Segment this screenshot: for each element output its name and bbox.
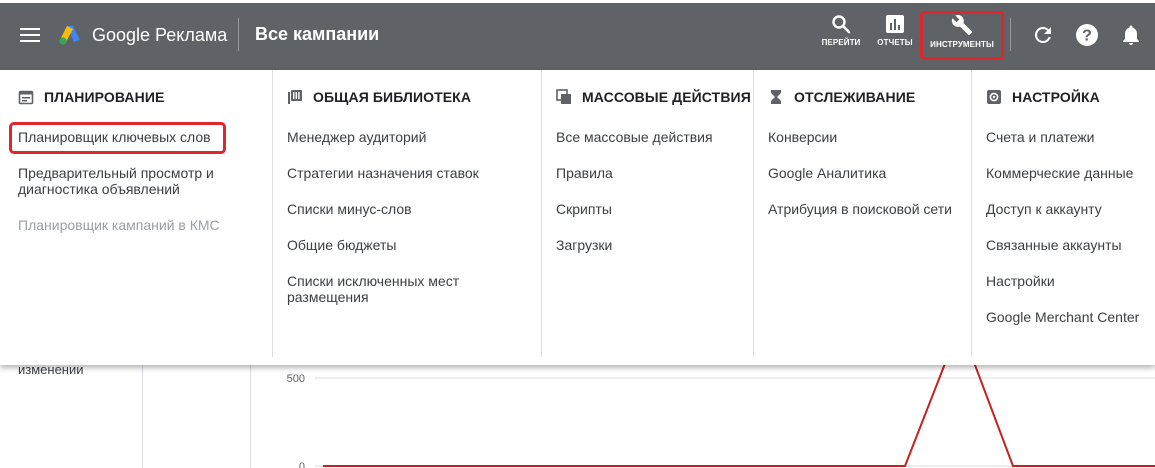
column-shared-library: ОБЩАЯ БИБЛИОТЕКА Менеджер аудиторий Стра… xyxy=(287,70,537,357)
hourglass-icon xyxy=(771,90,781,104)
app-root: изменении 500 0 Google Реклама Все кампан… xyxy=(0,0,1155,468)
reports-label: ОТЧЕТЫ xyxy=(877,38,913,47)
menu-item-negative-keyword-lists[interactable]: Списки минус-слов xyxy=(287,201,412,217)
tools-dropdown-menu: ПЛАНИРОВАНИЕ Планировщик ключевых слов П… xyxy=(0,70,1155,365)
menu-item-scripts[interactable]: Скрипты xyxy=(556,201,612,217)
column-heading: НАСТРОЙКА xyxy=(986,88,1100,106)
column-measurement: ОТСЛЕЖИВАНИЕ Конверсии Google Аналитика … xyxy=(768,70,968,357)
menu-item-account-access[interactable]: Доступ к аккаунту xyxy=(986,201,1102,217)
menu-item-merchant-center[interactable]: Google Merchant Center xyxy=(986,309,1139,325)
chart-y-tick-label: 500 xyxy=(287,373,305,385)
tools-highlight-box xyxy=(920,11,1004,60)
bell-icon[interactable] xyxy=(1119,23,1143,47)
reports-button[interactable]: ОТЧЕТЫ xyxy=(874,14,916,58)
calendar-icon xyxy=(18,90,34,105)
search-icon xyxy=(832,15,851,34)
menu-item-google-analytics[interactable]: Google Аналитика xyxy=(768,165,886,181)
column-divider xyxy=(971,70,972,357)
menu-item-ad-preview[interactable]: Предварительный просмотр и диагностика о… xyxy=(18,165,248,197)
column-divider xyxy=(753,70,754,357)
bulk-actions-icon xyxy=(556,89,571,104)
menu-item-search-attribution[interactable]: Атрибуция в поисковой сети xyxy=(768,201,952,217)
keyword-planner-highlight-box xyxy=(9,122,226,154)
menu-item-business-data[interactable]: Коммерческие данные xyxy=(986,165,1133,181)
column-heading: ОТСЛЕЖИВАНИЕ xyxy=(768,88,915,106)
column-divider xyxy=(272,70,273,357)
menu-item-bid-strategies[interactable]: Стратегии назначения ставок xyxy=(287,165,479,181)
menu-item-audience-manager[interactable]: Менеджер аудиторий xyxy=(287,129,426,145)
goto-button[interactable]: ПЕРЕЙТИ xyxy=(820,14,862,58)
svg-text:?: ? xyxy=(1082,28,1092,45)
column-bulk-actions: МАССОВЫЕ ДЕЙСТВИЯ Все массовые действия … xyxy=(556,70,751,357)
menu-item-linked-accounts[interactable]: Связанные аккаунты xyxy=(986,237,1122,253)
reports-icon xyxy=(886,15,904,33)
menu-item-rules[interactable]: Правила xyxy=(556,165,613,181)
menu-item-billing[interactable]: Счета и платежи xyxy=(986,129,1095,145)
menu-item-all-bulk-actions[interactable]: Все массовые действия xyxy=(556,129,713,145)
column-setup: НАСТРОЙКА Счета и платежи Коммерческие д… xyxy=(986,70,1155,357)
menu-item-conversions[interactable]: Конверсии xyxy=(768,129,837,145)
top-app-bar: Google Реклама Все кампании ПЕРЕЙТИ ОТЧЕ… xyxy=(0,0,1155,70)
brand-name: Google Реклама xyxy=(92,25,228,45)
google-ads-logo-icon xyxy=(59,26,80,45)
menu-item-uploads[interactable]: Загрузки xyxy=(556,237,612,253)
settings-icon xyxy=(987,90,1001,104)
goto-label: ПЕРЕЙТИ xyxy=(821,38,861,47)
column-planning: ПЛАНИРОВАНИЕ Планировщик ключевых слов П… xyxy=(18,70,268,357)
menu-item-shared-budgets[interactable]: Общие бюджеты xyxy=(287,237,396,253)
column-heading: МАССОВЫЕ ДЕЙСТВИЯ xyxy=(556,88,751,106)
menu-item-placement-exclusion-lists[interactable]: Списки исключенных мест размещения xyxy=(287,273,487,305)
column-heading: ОБЩАЯ БИБЛИОТЕКА xyxy=(287,88,471,106)
chart-y-tick-label: 0 xyxy=(299,461,305,468)
help-icon[interactable]: ? xyxy=(1075,23,1099,47)
menu-item-preferences[interactable]: Настройки xyxy=(986,273,1055,289)
library-icon xyxy=(288,90,302,104)
toolbar-divider xyxy=(1010,18,1011,51)
brand-divider xyxy=(238,18,239,51)
column-divider xyxy=(541,70,542,357)
column-heading: ПЛАНИРОВАНИЕ xyxy=(18,88,164,106)
page-title: Все кампании xyxy=(255,24,380,44)
refresh-icon[interactable] xyxy=(1031,23,1055,47)
menu-item-display-planner: Планировщик кампаний в КМС xyxy=(18,217,220,233)
menu-icon[interactable] xyxy=(20,27,40,43)
